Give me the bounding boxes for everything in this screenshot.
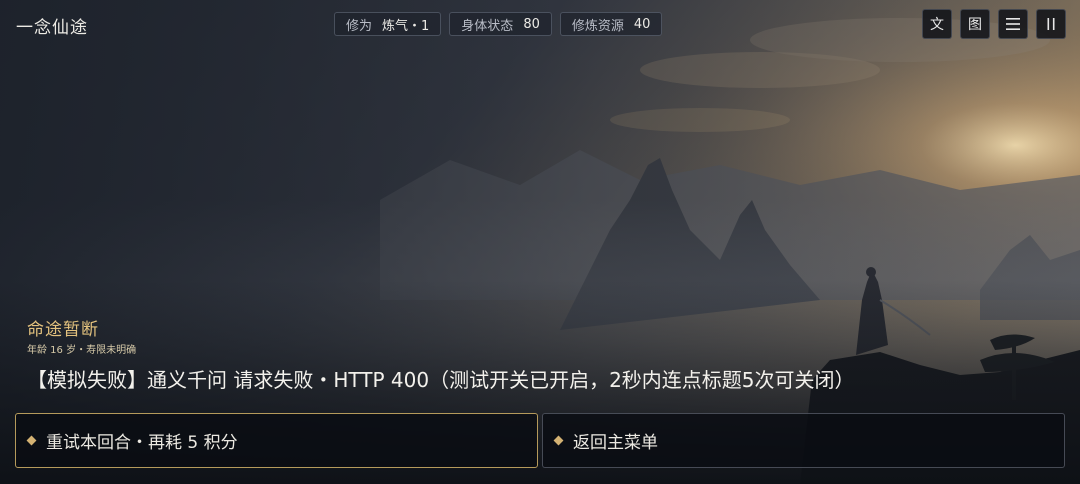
fate-heading: 命途暂断: [27, 320, 99, 340]
error-message: 【模拟失败】通义千问 请求失败・HTTP 400（测试开关已开启，2秒内连点标题…: [27, 368, 855, 392]
diamond-icon: [26, 435, 37, 446]
back-to-menu-button[interactable]: 返回主菜单: [542, 413, 1065, 468]
stat-resources: 修炼资源 40: [559, 12, 663, 36]
stat-body: 身体状态 80: [449, 12, 552, 36]
toolbar: 文 图: [922, 9, 1066, 39]
diamond-icon: [553, 435, 564, 446]
menu-button[interactable]: [998, 9, 1028, 39]
retry-round-label: 重试本回合・再耗 5 积分: [46, 433, 238, 453]
fate-subtitle: 年龄 16 岁・寿限未明确: [27, 345, 137, 356]
background-landscape: [0, 0, 1080, 484]
image-mode-button[interactable]: 图: [960, 9, 990, 39]
game-title[interactable]: 一念仙途: [16, 13, 88, 38]
text-mode-button[interactable]: 文: [922, 9, 952, 39]
stat-cultivation-label: 修为: [346, 18, 373, 34]
stat-resources-label: 修炼资源: [571, 18, 624, 34]
stat-resources-value: 40: [633, 16, 651, 32]
stat-body-label: 身体状态: [461, 18, 514, 34]
stat-cultivation-value: 炼气・1: [382, 18, 430, 34]
stat-cultivation: 修为 炼气・1: [334, 12, 442, 36]
pause-icon: [1047, 18, 1055, 30]
retry-round-button[interactable]: 重试本回合・再耗 5 积分: [15, 413, 538, 468]
menu-icon: [1006, 18, 1020, 30]
pause-button[interactable]: [1036, 9, 1066, 39]
back-to-menu-label: 返回主菜单: [573, 433, 658, 453]
stats-bar: 修为 炼气・1 身体状态 80 修炼资源 40: [334, 12, 663, 36]
stat-body-value: 80: [523, 16, 540, 32]
